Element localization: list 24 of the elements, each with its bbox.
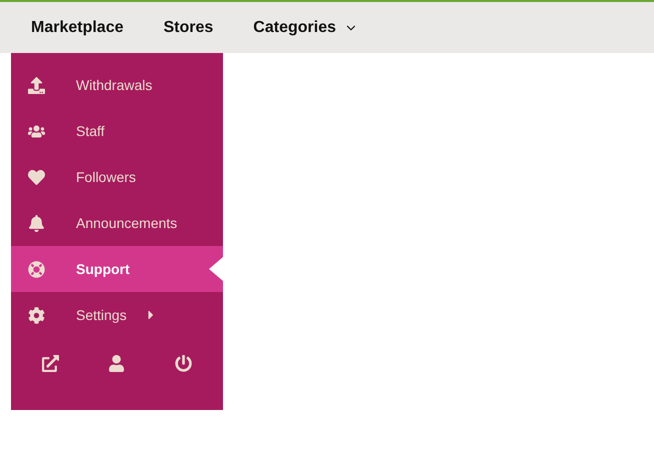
sidebar-item[interactable]: Support [11, 246, 223, 292]
sidebar-label: Support [76, 260, 130, 279]
selection-pointer [209, 257, 223, 281]
bell-icon [28, 214, 45, 232]
external-link-button[interactable] [40, 352, 61, 374]
sidebar-label: Withdrawals [76, 76, 152, 94]
life-ring-icon [28, 260, 45, 278]
sidebar-item[interactable]: Followers [11, 154, 223, 200]
upload-icon [28, 76, 45, 94]
nav-link[interactable]: Stores [164, 16, 214, 40]
nav-link[interactable]: Categories [253, 16, 358, 40]
nav-link[interactable]: Marketplace [31, 16, 124, 40]
sidebar-item[interactable]: Announcements [11, 200, 223, 246]
sidebar-label: Settings [76, 306, 127, 325]
sidebar-item[interactable]: Staff [11, 108, 223, 154]
people-icon [28, 122, 45, 140]
sidebar-label: Staff [76, 122, 105, 140]
sidebar-label: Announcements [76, 214, 178, 232]
heart-icon [28, 168, 45, 186]
sidebar-item[interactable]: Withdrawals [11, 62, 223, 108]
sidebar-label: Followers [76, 168, 136, 186]
sidebar-item[interactable]: Settings [11, 292, 223, 338]
gear-icon [28, 306, 45, 324]
power-button[interactable] [173, 352, 194, 374]
